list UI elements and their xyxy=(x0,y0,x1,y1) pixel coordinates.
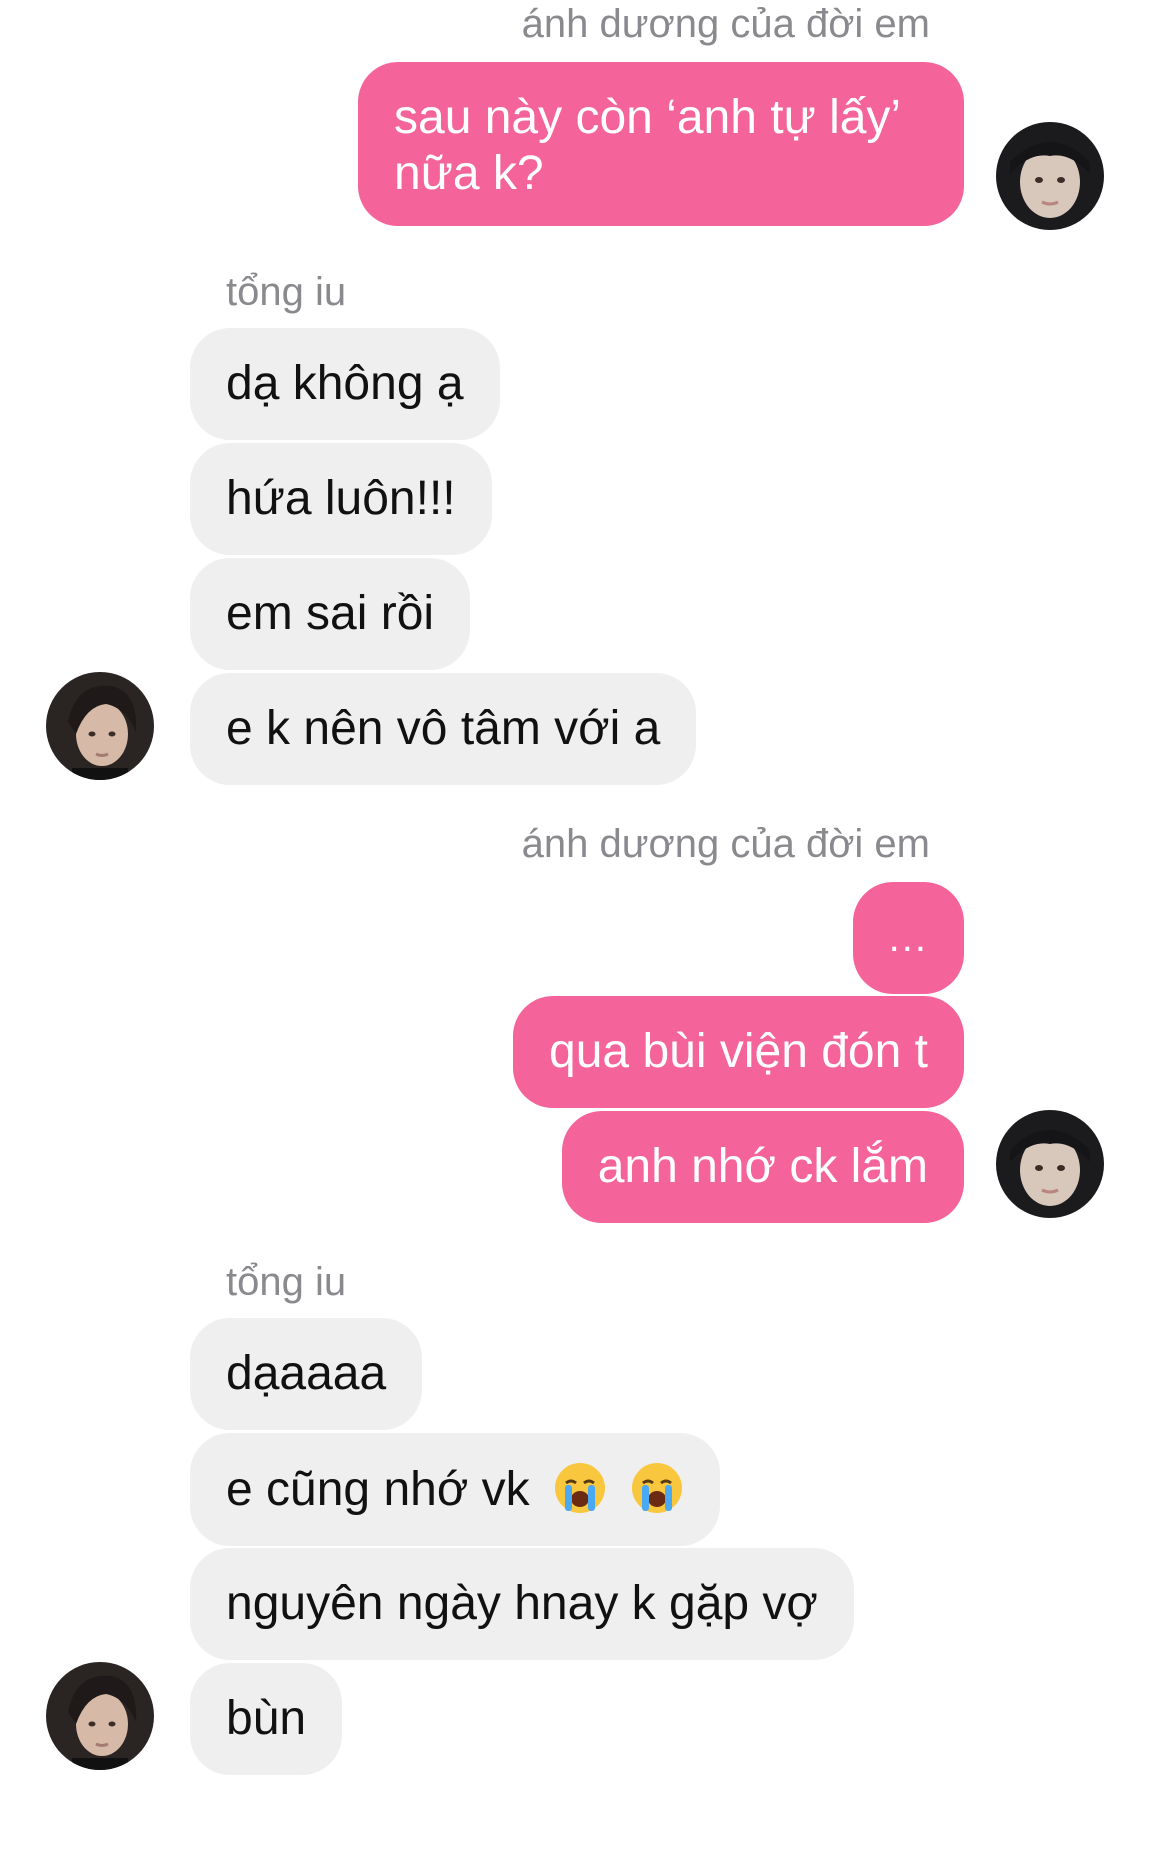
message-bubble-incoming[interactable]: hứa luôn!!! xyxy=(190,443,492,555)
message-bubble-outgoing[interactable]: qua bùi viện đón t xyxy=(513,996,964,1108)
message-text: dạaaaa xyxy=(226,1347,387,1400)
message-text: dạ không ạ xyxy=(226,357,464,410)
message-bubble-incoming[interactable]: dạ không ạ xyxy=(190,328,500,440)
message-bubble-incoming[interactable]: em sai rồi xyxy=(190,558,471,670)
message-text: sau này còn ‘anh tự lấy’ nữa k? xyxy=(394,91,900,200)
avatar-photo-icon xyxy=(46,1662,154,1770)
avatar-photo-icon xyxy=(996,122,1104,230)
message-bubble-incoming[interactable]: bùn xyxy=(190,1663,343,1775)
avatar[interactable] xyxy=(46,1662,154,1770)
loudly-crying-face-icon xyxy=(630,1461,684,1515)
sender-name: ánh dương của đời em xyxy=(521,2,930,46)
avatar[interactable] xyxy=(996,122,1104,230)
avatar-photo-icon xyxy=(46,672,154,780)
avatar-photo-icon xyxy=(996,1110,1104,1218)
message-text: hứa luôn!!! xyxy=(226,472,456,525)
message-text: anh nhớ ck lắm xyxy=(597,1140,928,1193)
message-text: e cũng nhớ vk xyxy=(226,1463,530,1516)
message-bubble-incoming[interactable]: dạaaaa xyxy=(190,1318,423,1430)
message-bubble-incoming[interactable]: e k nên vô tâm với a xyxy=(190,673,697,785)
message-text: e k nên vô tâm với a xyxy=(226,702,661,755)
sender-name: ánh dương của đời em xyxy=(521,822,930,866)
loudly-crying-face-icon xyxy=(553,1461,607,1515)
message-bubble-incoming[interactable]: e cũng nhớ vk xyxy=(190,1433,721,1546)
message-text: qua bùi viện đón t xyxy=(549,1025,928,1078)
message-text: bùn xyxy=(226,1692,307,1745)
message-text: nguyên ngày hnay k gặp vợ xyxy=(226,1577,818,1630)
sender-name: tổng iu xyxy=(226,1260,347,1304)
message-bubble-incoming[interactable]: nguyên ngày hnay k gặp vợ xyxy=(190,1548,854,1660)
sender-name: tổng iu xyxy=(226,270,347,314)
message-bubble-outgoing[interactable]: sau này còn ‘anh tự lấy’ nữa k? xyxy=(358,62,964,226)
message-text: em sai rồi xyxy=(226,587,435,640)
message-bubble-outgoing[interactable]: anh nhớ ck lắm xyxy=(561,1111,964,1223)
avatar[interactable] xyxy=(996,1110,1104,1218)
message-bubble-outgoing[interactable]: ... xyxy=(852,882,964,994)
avatar[interactable] xyxy=(46,672,154,780)
message-text: ... xyxy=(888,916,928,960)
